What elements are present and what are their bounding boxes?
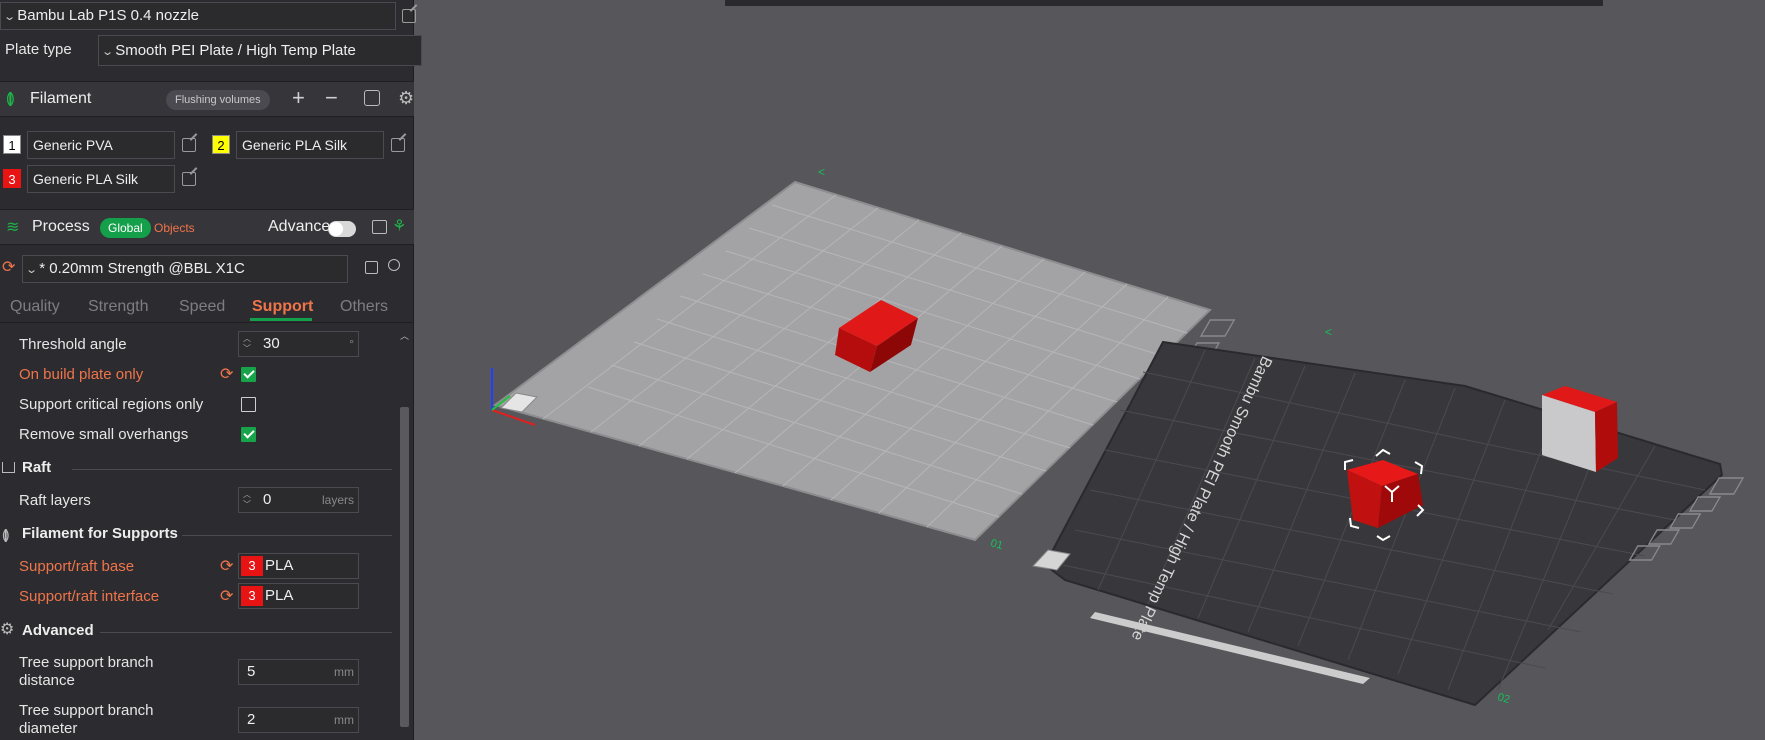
filament-swatch: 3: [241, 556, 263, 576]
objects-toggle[interactable]: Objects: [154, 221, 195, 235]
support-critical-checkbox[interactable]: [241, 397, 256, 412]
minus-icon[interactable]: −: [325, 85, 338, 111]
process-icon: ≋: [6, 219, 20, 236]
search-icon[interactable]: [388, 259, 400, 271]
compare-icon[interactable]: [372, 220, 387, 234]
filament-1-swatch[interactable]: 1: [3, 135, 21, 154]
filament-3-swatch[interactable]: 3: [3, 169, 21, 188]
viewport-toolbar-edge: [725, 0, 1603, 6]
branch-distance-label-2: distance: [19, 672, 75, 689]
global-toggle[interactable]: Global: [100, 218, 151, 238]
close-icon[interactable]: [1199, 319, 1236, 337]
filament-2-name[interactable]: Generic PLA Silk: [236, 131, 384, 159]
edit-icon[interactable]: [402, 9, 416, 23]
advance-switch[interactable]: [328, 221, 356, 237]
tab-speed[interactable]: Speed: [179, 298, 225, 316]
chevron-down-icon: ⌄: [25, 264, 39, 276]
reset-icon[interactable]: ⟳: [220, 364, 233, 384]
branch-diameter-input[interactable]: 2 mm: [238, 707, 359, 733]
edit-icon[interactable]: [391, 138, 405, 152]
filament-swatch: 3: [241, 586, 263, 606]
filament-title: Filament: [30, 90, 92, 107]
on-build-plate-label: On build plate only: [19, 366, 144, 383]
split-icon[interactable]: ⚘: [392, 216, 406, 236]
filament-supports-divider: [182, 535, 392, 536]
plate-type-select[interactable]: ⌄Smooth PEI Plate / High Temp Plate: [98, 35, 422, 66]
tab-support-underline: [250, 318, 312, 321]
plate-type-label: Plate type: [5, 41, 72, 58]
process-section-header: ≋ Process Global Objects Advance ⚘: [0, 209, 414, 245]
remove-small-overhangs-label: Remove small overhangs: [19, 426, 189, 443]
branch-distance-input[interactable]: 5 mm: [238, 659, 359, 685]
branch-diameter-label-2: diameter: [19, 720, 78, 737]
tab-quality[interactable]: Quality: [10, 298, 60, 316]
tab-support[interactable]: Support: [252, 298, 313, 316]
plus-icon[interactable]: +: [292, 85, 305, 111]
threshold-angle-label: Threshold angle: [19, 336, 127, 353]
edit-icon[interactable]: [182, 138, 196, 152]
tab-strength[interactable]: Strength: [88, 298, 148, 316]
filament-icon: (||): [6, 90, 15, 107]
tab-others[interactable]: Others: [340, 298, 388, 316]
raft-layers-input[interactable]: ︿ ﹀ 0 layers: [238, 487, 359, 513]
support-base-select[interactable]: 3 PLA: [238, 553, 359, 579]
plate-1-number: 01: [989, 537, 1004, 552]
filament-1-name[interactable]: Generic PVA: [27, 131, 175, 159]
settings-panel: ⌄Bambu Lab P1S 0.4 nozzle Plate type ⌄Sm…: [0, 0, 422, 740]
on-build-plate-checkbox[interactable]: [241, 367, 256, 382]
spinner-icon[interactable]: ︿ ﹀: [243, 334, 251, 354]
advanced-divider: [100, 632, 392, 633]
process-preset-select[interactable]: ⌄* 0.20mm Strength @BBL X1C: [22, 255, 348, 283]
chevron-down-icon: ⌄: [101, 46, 115, 58]
raft-icon: [2, 462, 15, 473]
plate-1-arrow: <: [818, 165, 825, 179]
raft-divider: [72, 469, 392, 470]
save-icon[interactable]: [365, 261, 378, 274]
filament-section-header: (||) Filament Flushing volumes + − ⚙: [0, 81, 414, 117]
plate-2-number: 02: [1496, 691, 1511, 706]
3d-viewport[interactable]: 01 < Bambu Smooth PEI Plate / High Temp …: [415, 0, 1765, 740]
scene-canvas[interactable]: 01 < Bambu Smooth PEI Plate / High Temp …: [415, 0, 1765, 740]
filament-supports-title: Filament for Supports: [22, 525, 178, 542]
filament-3-name[interactable]: Generic PLA Silk: [27, 165, 175, 193]
reset-icon[interactable]: ⟳: [220, 556, 233, 576]
support-base-label: Support/raft base: [19, 558, 135, 575]
printer-select[interactable]: ⌄Bambu Lab P1S 0.4 nozzle: [0, 2, 396, 30]
tabs-divider: [0, 322, 414, 323]
spinner-icon[interactable]: ︿ ﹀: [243, 490, 251, 510]
chevron-down-icon: ⌄: [3, 11, 17, 23]
support-critical-label: Support critical regions only: [19, 396, 204, 413]
scroll-thumb[interactable]: [400, 407, 409, 727]
advanced-icon: ⚙: [0, 621, 15, 638]
reset-icon[interactable]: ⟳: [220, 586, 233, 606]
support-interface-select[interactable]: 3 PLA: [238, 583, 359, 609]
advance-label: Advance: [268, 218, 331, 235]
settings-icon[interactable]: ⚙: [398, 88, 414, 109]
flushing-volumes-button[interactable]: Flushing volumes: [166, 90, 270, 110]
process-preset-value: * 0.20mm Strength @BBL X1C: [39, 260, 245, 277]
edit-icon[interactable]: [182, 172, 196, 186]
support-interface-label: Support/raft interface: [19, 588, 160, 605]
branch-distance-label-1: Tree support branch: [19, 654, 154, 671]
advanced-title: Advanced: [22, 622, 94, 639]
printer-name: Bambu Lab P1S 0.4 nozzle: [17, 7, 200, 24]
plate-type-value: Smooth PEI Plate / High Temp Plate: [115, 42, 356, 59]
process-title: Process: [32, 218, 90, 235]
remove-small-overhangs-checkbox[interactable]: [241, 427, 256, 442]
filament-2-swatch[interactable]: 2: [212, 135, 230, 154]
raft-group-title: Raft: [22, 459, 52, 476]
scroll-up-icon[interactable]: ︿: [400, 329, 409, 342]
raft-layers-label: Raft layers: [19, 492, 91, 509]
filament-icon: (||): [2, 526, 9, 542]
reset-icon[interactable]: ⟳: [2, 257, 15, 277]
settings-scrollbar[interactable]: ︿: [398, 327, 411, 740]
branch-diameter-label-1: Tree support branch: [19, 702, 154, 719]
filament-sync-icon[interactable]: [364, 90, 380, 106]
plate-2-arrow: <: [1325, 325, 1332, 339]
threshold-angle-input[interactable]: ︿ ﹀ 30 °: [238, 331, 359, 357]
